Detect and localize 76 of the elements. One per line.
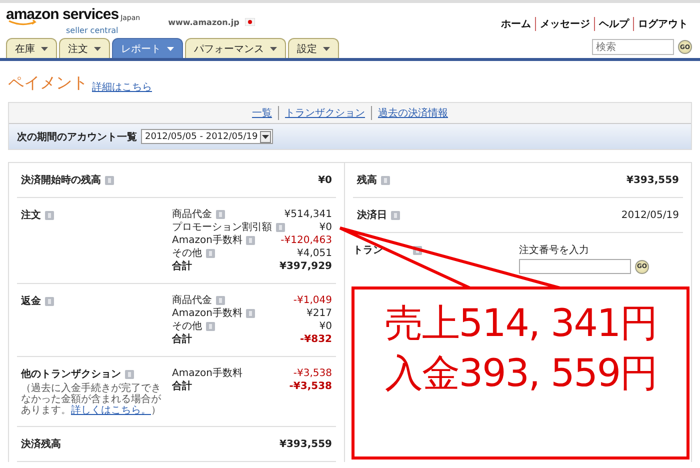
top-link[interactable]: ヘルプ — [594, 17, 633, 31]
caret-icon — [262, 134, 269, 138]
line-label: その他 — [172, 320, 202, 333]
line-label: 商品代金 — [172, 294, 212, 307]
section-note: （過去に入金手続きが完了できなかった金額が含まれる場合があります。詳しくはこちら。） — [21, 383, 162, 416]
subnav-link[interactable]: 過去の決済情報 — [371, 106, 454, 120]
site-address: www.amazon.jp — [168, 18, 240, 26]
period-label: 次の期間のアカウント一覧 — [17, 130, 137, 144]
nav-tab[interactable]: 在庫 — [6, 38, 57, 58]
smile-icon — [8, 20, 38, 26]
help-icon[interactable] — [45, 210, 54, 220]
help-icon[interactable] — [246, 236, 256, 245]
amount: -¥832 — [300, 333, 332, 346]
help-icon[interactable] — [105, 176, 114, 184]
top-link[interactable]: メッセージ — [535, 17, 594, 31]
period-select[interactable]: 2012/05/05 - 2012/05/19 — [141, 129, 273, 144]
caret-icon — [167, 46, 174, 50]
section-label: 他のトランザクション — [21, 367, 134, 381]
nav-tab[interactable]: レポート — [112, 38, 183, 58]
section-label: 決済残高 — [21, 437, 61, 451]
help-icon[interactable] — [391, 210, 400, 220]
amount: ¥393,559 — [626, 174, 679, 186]
section-label: 決済開始時の残高 — [21, 173, 114, 187]
line-label: 商品代金 — [172, 208, 212, 221]
nav-tab[interactable]: 注文 — [59, 38, 110, 58]
amount: -¥3,538 — [293, 367, 332, 380]
caret-icon — [323, 46, 330, 50]
amount: ¥4,051 — [297, 247, 332, 260]
amount: -¥1,049 — [293, 294, 332, 307]
callout-text: 売上514, 341円 — [384, 300, 658, 346]
line-label: 合計 — [172, 260, 192, 273]
caret-icon — [94, 46, 101, 50]
help-icon[interactable] — [246, 309, 256, 318]
page-title: ペイメント — [8, 73, 88, 94]
details-link[interactable]: 詳しくはこちら。 — [71, 405, 151, 416]
section-label: 注文 — [21, 208, 54, 222]
flag-icon — [245, 18, 256, 26]
line-label: Amazon手数料 — [172, 307, 242, 320]
amount: ¥514,341 — [284, 208, 332, 221]
amount: ¥0 — [319, 320, 332, 333]
amount: ¥0 — [318, 174, 332, 186]
section-label: 返金 — [21, 294, 54, 308]
section-label: 決済日 — [357, 208, 400, 222]
details-link[interactable]: 詳細はこちら — [92, 80, 152, 94]
line-label: その他 — [172, 247, 202, 260]
caret-icon — [41, 46, 48, 50]
caret-icon — [270, 46, 277, 50]
line-label: 合計 — [172, 333, 192, 346]
nav-tab[interactable]: 設定 — [288, 38, 339, 58]
callout-text: 入金393, 559円 — [384, 350, 658, 396]
subnav-link[interactable]: 一覧 — [246, 106, 278, 120]
section-label: トラン — [353, 243, 519, 257]
order-number-field[interactable] — [519, 259, 631, 274]
amount: ¥217 — [306, 307, 332, 320]
amount: -¥120,463 — [280, 234, 332, 247]
section-label: 残高 — [357, 173, 390, 187]
amount: ¥393,559 — [279, 438, 332, 450]
nav-tab[interactable]: パフォーマンス — [185, 38, 286, 58]
date-value: 2012/05/19 — [621, 210, 679, 220]
logo-subtitle: seller central — [66, 26, 120, 35]
amount: -¥3,538 — [289, 380, 332, 393]
subnav-link[interactable]: トランザクション — [278, 106, 371, 120]
top-link[interactable]: ホーム — [497, 17, 535, 31]
line-label: Amazon手数料 — [172, 367, 242, 380]
line-label: プロモーション割引額 — [172, 221, 272, 234]
amount: ¥0 — [319, 221, 332, 234]
field-label: 注文番号を入力 — [519, 245, 589, 256]
top-link[interactable]: ログアウト — [633, 17, 692, 31]
amount: ¥397,929 — [279, 260, 332, 273]
help-icon[interactable] — [125, 370, 134, 378]
help-icon[interactable] — [381, 176, 390, 184]
help-icon[interactable] — [45, 296, 54, 306]
line-label: 合計 — [172, 380, 192, 393]
line-label: Amazon手数料 — [172, 234, 242, 247]
logo-text: amazon services — [6, 7, 119, 22]
search-field[interactable]: 検索 — [592, 39, 674, 55]
